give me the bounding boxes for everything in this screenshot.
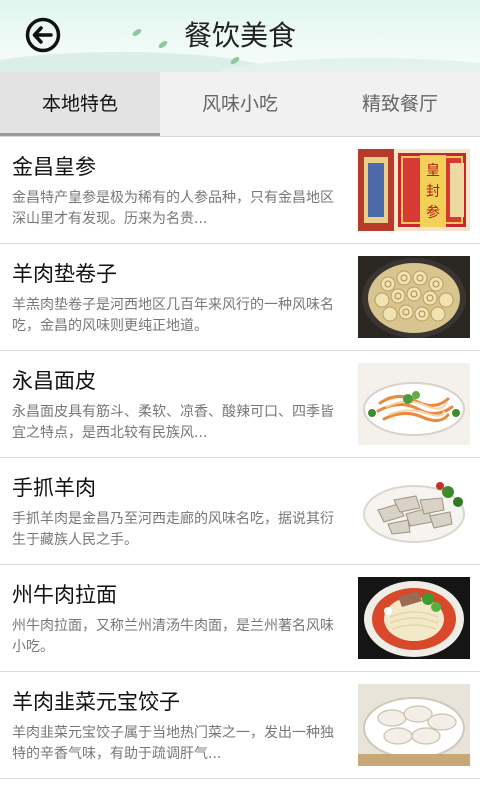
item-title: 手抓羊肉: [12, 476, 96, 500]
item-title: 羊肉韭菜元宝饺子: [12, 690, 180, 714]
rolled-pastry-pan-photo: [358, 256, 470, 338]
back-button[interactable]: [24, 16, 62, 54]
list-item[interactable]: 手抓羊肉 手抓羊肉是金昌乃至河西走廊的风味名吃，据说其衍生于藏族人民之手。: [0, 458, 480, 565]
tab-snacks[interactable]: 风味小吃: [160, 72, 320, 136]
item-description: 羊羔肉垫卷子是河西地区几百年来风行的一种风味名吃，金昌的风味则更纯正地道。: [12, 297, 334, 334]
page-title: 餐饮美食: [183, 19, 296, 52]
item-description: 羊肉韭菜元宝饺子属于当地热门菜之一，发出一种独特的辛香气味，有助于疏调肝气...: [12, 725, 334, 762]
list-item[interactable]: 州牛肉拉面 州牛肉拉面，又称兰州清汤牛肉面，是兰州著名风味小吃。: [0, 565, 480, 672]
hand-pulled-mutton-photo: [358, 470, 470, 552]
list-item[interactable]: 永昌面皮 永昌面皮具有筋斗、柔软、凉香、酸辣可口、四季皆宜之特点，是西北较有民族…: [0, 351, 480, 458]
svg-text:封: 封: [426, 184, 440, 200]
item-description: 金昌特产皇参是极为稀有的人参品种，只有金昌地区深山里才有发现。历来为名贵...: [12, 190, 334, 227]
back-arrow-icon: [25, 17, 61, 53]
huangshen-gift-box-photo: 皇 封 参: [358, 149, 470, 231]
item-title: 金昌皇参: [12, 155, 96, 179]
item-title: 羊肉垫卷子: [12, 262, 117, 286]
tab-local-specialties[interactable]: 本地特色: [0, 72, 160, 136]
item-title: 州牛肉拉面: [12, 583, 117, 607]
svg-text:皇: 皇: [426, 163, 440, 179]
item-description: 手抓羊肉是金昌乃至河西走廊的风味名吃，据说其衍生于藏族人民之手。: [12, 511, 334, 548]
list-item[interactable]: 金昌皇参 金昌特产皇参是极为稀有的人参品种，只有金昌地区深山里才有发现。历来为名…: [0, 137, 480, 244]
list-item[interactable]: 羊肉垫卷子 羊羔肉垫卷子是河西地区几百年来风行的一种风味名吃，金昌的风味则更纯正…: [0, 244, 480, 351]
tab-restaurants[interactable]: 精致餐厅: [320, 72, 480, 136]
dumplings-plate-photo: [358, 684, 470, 766]
item-description: 永昌面皮具有筋斗、柔软、凉香、酸辣可口、四季皆宜之特点，是西北较有民族风...: [12, 404, 334, 441]
cold-noodles-plate-photo: [358, 363, 470, 445]
beef-noodle-bowl-photo: [358, 577, 470, 659]
tab-bar: 本地特色 风味小吃 精致餐厅: [0, 72, 480, 137]
header-bar: 餐饮美食: [0, 0, 480, 72]
item-description: 州牛肉拉面，又称兰州清汤牛肉面，是兰州著名风味小吃。: [12, 618, 334, 655]
svg-text:参: 参: [426, 204, 440, 221]
list-item[interactable]: 羊肉韭菜元宝饺子 羊肉韭菜元宝饺子属于当地热门菜之一，发出一种独特的辛香气味，有…: [0, 672, 480, 779]
item-title: 永昌面皮: [12, 369, 96, 393]
food-list: 金昌皇参 金昌特产皇参是极为稀有的人参品种，只有金昌地区深山里才有发现。历来为名…: [0, 137, 480, 779]
